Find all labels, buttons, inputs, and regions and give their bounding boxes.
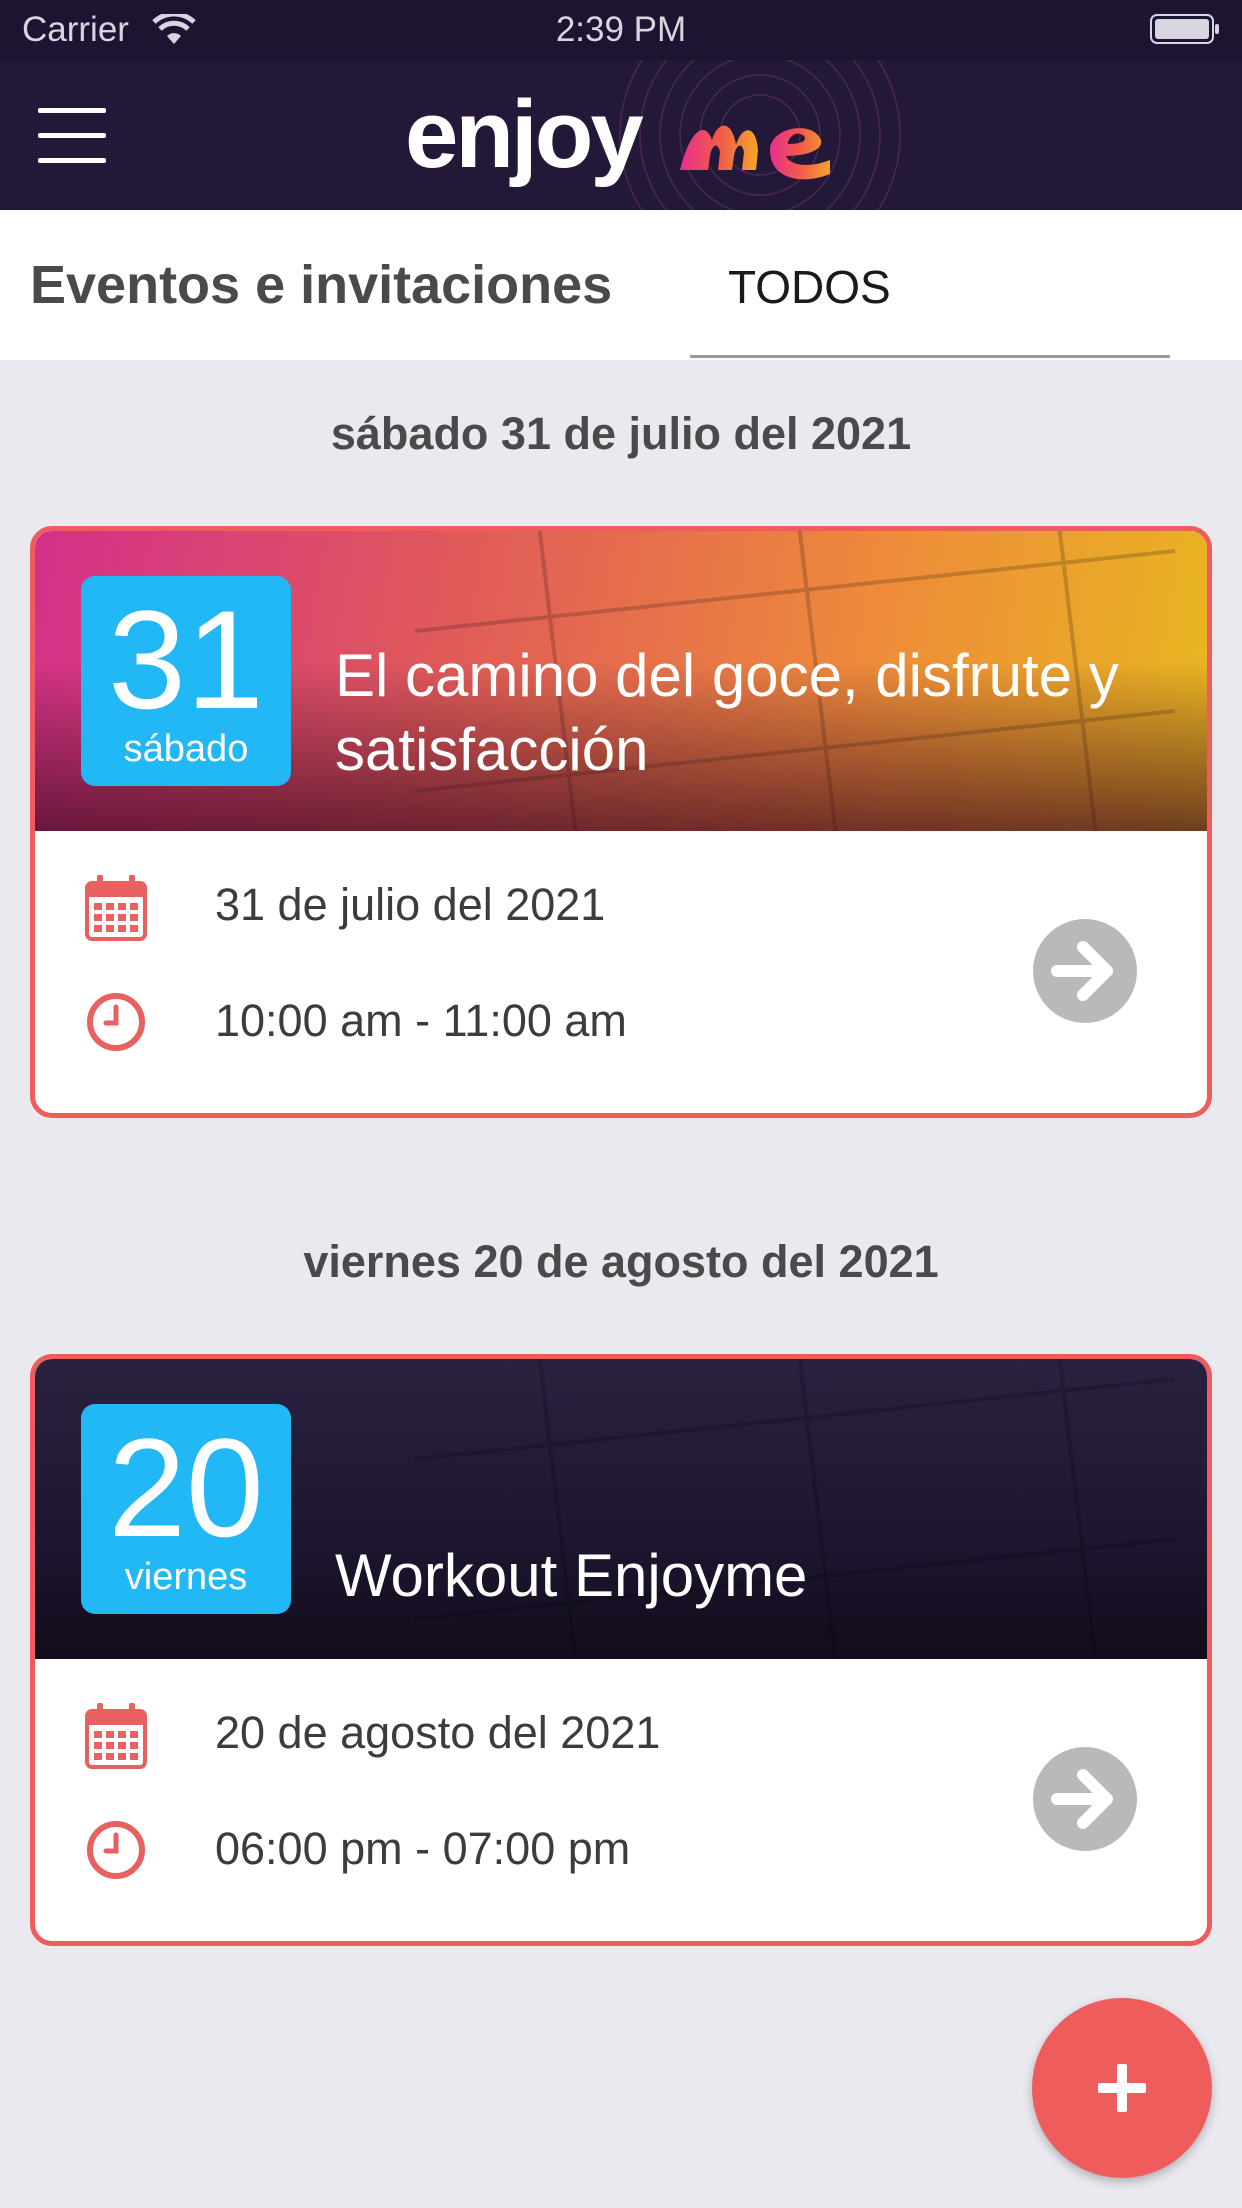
- clock-icon: [87, 1821, 145, 1879]
- date-badge-day: 20: [108, 1409, 264, 1566]
- event-time: 10:00 am - 11:00 am: [215, 995, 627, 1046]
- date-badge: 31 sábado: [81, 576, 291, 786]
- event-title: El camino del goce, disfrute y satisfacc…: [335, 642, 1119, 783]
- date-badge-weekday: sábado: [123, 728, 249, 770]
- arrow-right-icon: [1051, 941, 1113, 1001]
- event-banner: 20 viernes Workout Enjoyme: [35, 1359, 1207, 1659]
- header-row: Eventos e invitaciones TODOS: [0, 210, 1242, 360]
- menu-button[interactable]: [38, 108, 108, 164]
- logo-accent-me: [680, 125, 830, 180]
- date-badge-day: 31: [108, 581, 264, 738]
- event-title: Workout Enjoyme: [335, 1542, 808, 1609]
- hamburger-icon-bar: [38, 108, 106, 113]
- hamburger-icon-bar: [38, 133, 106, 138]
- event-banner: 31 sábado El camino del goce, disfrute y…: [35, 531, 1207, 831]
- event-time: 06:00 pm - 07:00 pm: [215, 1823, 631, 1874]
- status-time: 2:39 PM: [555, 10, 687, 49]
- plus-icon: [1117, 2064, 1127, 2112]
- arrow-right-icon: [1051, 1769, 1113, 1829]
- tab-todos[interactable]: TODOS: [690, 210, 1170, 358]
- page-title: Eventos e invitaciones: [30, 255, 613, 315]
- battery-icon: [1150, 14, 1219, 44]
- event-date: 20 de agosto del 2021: [215, 1707, 661, 1758]
- date-badge-weekday: viernes: [124, 1556, 248, 1598]
- calendar-icon: [85, 875, 147, 941]
- add-event-button[interactable]: [1032, 1998, 1212, 2178]
- event-card[interactable]: 20 viernes Workout Enjoyme 20 de agosto …: [30, 1354, 1212, 1946]
- open-event-button[interactable]: [1033, 1747, 1137, 1851]
- tab-todos-label: TODOS: [728, 261, 891, 313]
- event-date: 31 de julio del 2021: [215, 879, 606, 930]
- event-card[interactable]: 31 sábado El camino del goce, disfrute y…: [30, 526, 1212, 1118]
- hamburger-icon-bar: [38, 158, 106, 163]
- clock-icon: [87, 993, 145, 1051]
- calendar-background-decoration: [415, 1359, 1175, 1659]
- enjoyme-logo: enjoy: [405, 72, 865, 202]
- status-bar: Carrier 2:39 PM: [0, 0, 1242, 60]
- date-header: viernes 20 de agosto del 2021: [303, 1236, 939, 1287]
- nav-bar: enjoy: [0, 60, 1242, 210]
- open-event-button[interactable]: [1033, 919, 1137, 1023]
- date-badge: 20 viernes: [81, 1404, 291, 1614]
- calendar-icon: [85, 1703, 147, 1769]
- logo-text: enjoy: [405, 81, 644, 188]
- date-header: sábado 31 de julio del 2021: [330, 408, 912, 459]
